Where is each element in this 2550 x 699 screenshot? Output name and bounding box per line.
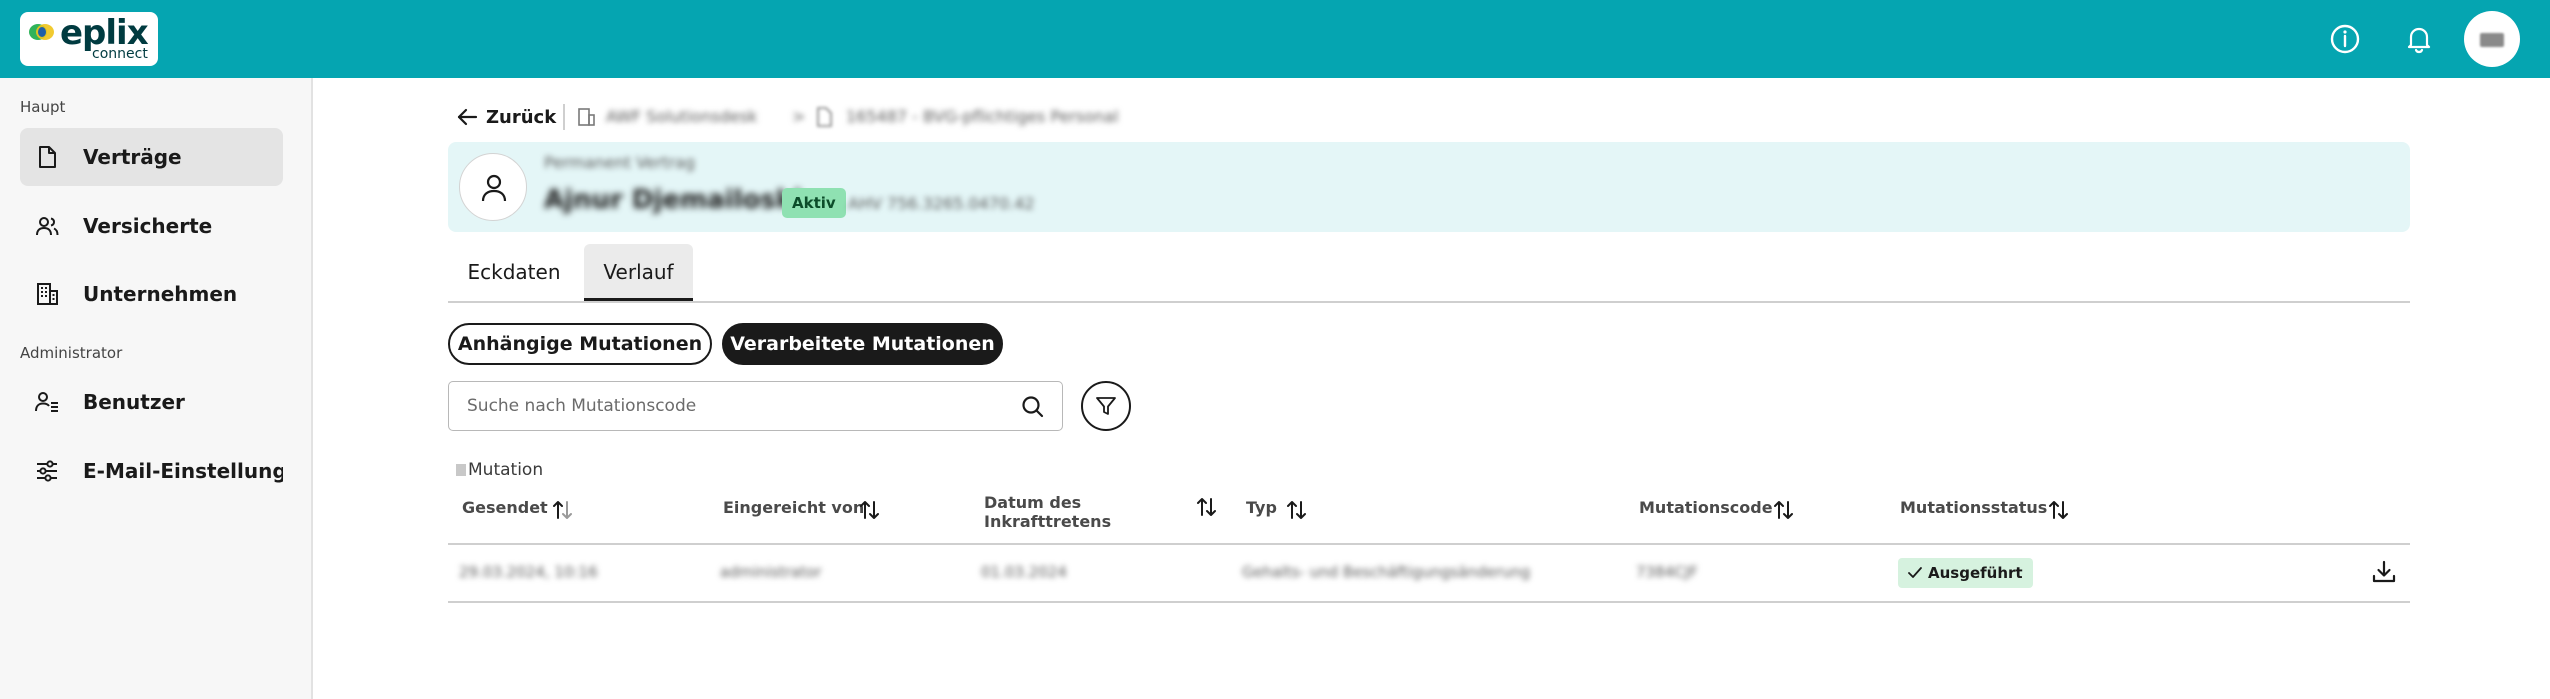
users-icon: [36, 217, 59, 236]
status-label: Ausgeführt: [1928, 564, 2023, 582]
search-box: [448, 381, 1063, 431]
breadcrumb-separator: >: [792, 107, 806, 126]
logo-subtext: connect: [92, 46, 148, 62]
user-list-icon: [35, 392, 58, 412]
breadcrumb-contract[interactable]: 165487 - BVG-pflichtiges Personal: [846, 107, 1118, 126]
bell-icon[interactable]: [2402, 22, 2436, 56]
column-header-label: Datum des Inkrafttretens: [984, 493, 1112, 531]
download-icon[interactable]: [2371, 559, 2397, 585]
search-input[interactable]: [467, 394, 1007, 418]
sort-icon: [1287, 501, 1306, 519]
column-header-label: Typ: [1246, 498, 1277, 517]
back-label: Zurück: [486, 107, 557, 128]
status-badge: Aktiv: [782, 188, 846, 218]
document-icon: [39, 146, 56, 168]
sidebar-item-label: Verträge: [83, 145, 182, 169]
column-header-label: Mutationsstatus: [1900, 498, 2048, 517]
person-icon: [481, 174, 507, 202]
table-row-divider: [448, 601, 2410, 603]
breadcrumb-company[interactable]: AWF Solutionsdesk: [606, 107, 757, 126]
top-header: eplix connect: [0, 0, 2550, 78]
column-header-label: Mutationscode: [1639, 498, 1773, 517]
sort-icon: [2049, 501, 2068, 519]
table-caption-text: Mutation: [468, 460, 544, 480]
sidebar-item-unternehmen[interactable]: Unternehmen: [20, 265, 283, 323]
breadcrumb-divider: [563, 104, 565, 130]
arrow-left-icon: [457, 108, 478, 126]
sidebar-item-benutzer[interactable]: Benutzer: [20, 373, 283, 431]
tab-eckdaten[interactable]: Eckdaten: [448, 244, 580, 302]
building-icon: [37, 283, 58, 305]
info-icon[interactable]: [2328, 22, 2362, 56]
sliders-icon: [37, 460, 57, 482]
building-icon: [578, 108, 595, 126]
column-header-typ[interactable]: Typ: [1246, 498, 1306, 519]
tab-label: Verlauf: [603, 260, 674, 284]
cell-submitted-by: administrator: [720, 563, 822, 581]
sort-icon: [553, 501, 572, 519]
insured-banner: Permanent Vertrag Ajnur Djemailoski Akti…: [448, 142, 2410, 232]
column-header-datum-inkrafttreten[interactable]: Datum des Inkrafttretens: [984, 493, 1216, 531]
tab-label: Eckdaten: [467, 260, 561, 284]
caption-icon: [456, 464, 466, 476]
sidebar-item-versicherte[interactable]: Versicherte: [20, 197, 283, 255]
cell-type: Gehalts- und Beschäftigungsänderung: [1242, 563, 1531, 581]
cell-sent: 29.03.2024, 10:16: [459, 563, 598, 581]
sort-icon: [860, 501, 879, 519]
check-icon: [1908, 567, 1922, 578]
column-header-mutationsstatus[interactable]: Mutationsstatus: [1900, 498, 2068, 519]
ahv-number: AHV 756.3265.0470.42: [848, 194, 1035, 213]
table-caption: Mutation: [456, 460, 543, 480]
sidebar-item-label: Versicherte: [83, 214, 213, 238]
sidebar-item-email-einstellungen[interactable]: E-Mail-Einstellungen: [20, 442, 283, 500]
person-avatar: [459, 153, 527, 221]
sidebar-item-label: E-Mail-Einstellungen: [83, 459, 283, 483]
column-header-label: Gesendet: [462, 498, 548, 517]
sort-icon: [1197, 498, 1216, 516]
mutation-status-badge: Ausgeführt: [1898, 558, 2033, 588]
sidebar-item-label: Unternehmen: [83, 282, 238, 306]
contract-kicker: Permanent Vertrag: [544, 153, 696, 172]
eplix-logo[interactable]: eplix connect: [20, 12, 158, 66]
sidebar-item-vertraege[interactable]: Verträge: [20, 128, 283, 186]
table-header-divider: [448, 543, 2410, 545]
sort-icon: [1774, 501, 1793, 519]
sidebar: Haupt Verträge Versicherte Unternehmen A…: [0, 78, 313, 699]
column-header-mutationscode[interactable]: Mutationscode: [1639, 498, 1793, 519]
avatar-image: [2480, 33, 2504, 47]
document-icon: [817, 107, 832, 127]
tab-verlauf[interactable]: Verlauf: [584, 244, 693, 302]
filter-icon: [1096, 397, 1116, 415]
filter-button[interactable]: [1081, 381, 1131, 431]
tabs-divider: [448, 301, 2410, 303]
processed-mutations-button[interactable]: Verarbeitete Mutationen: [722, 323, 1003, 365]
insured-name: Ajnur Djemailoski: [544, 185, 803, 215]
column-header-label: Eingereicht von: [723, 498, 865, 517]
sidebar-section-main: Haupt: [20, 98, 66, 116]
user-avatar[interactable]: [2464, 11, 2520, 67]
column-header-gesendet[interactable]: Gesendet: [462, 498, 572, 519]
pending-mutations-button[interactable]: Anhängige Mutationen: [448, 323, 712, 365]
cell-effective-date: 01.03.2024: [981, 563, 1067, 581]
column-header-eingereicht-von[interactable]: Eingereicht von: [723, 498, 879, 519]
sidebar-item-label: Benutzer: [83, 390, 185, 414]
cell-code: 7384CJF: [1636, 563, 1698, 581]
sidebar-section-admin: Administrator: [20, 344, 123, 362]
search-icon[interactable]: [1020, 394, 1046, 420]
logo-mark-icon: [29, 24, 54, 40]
